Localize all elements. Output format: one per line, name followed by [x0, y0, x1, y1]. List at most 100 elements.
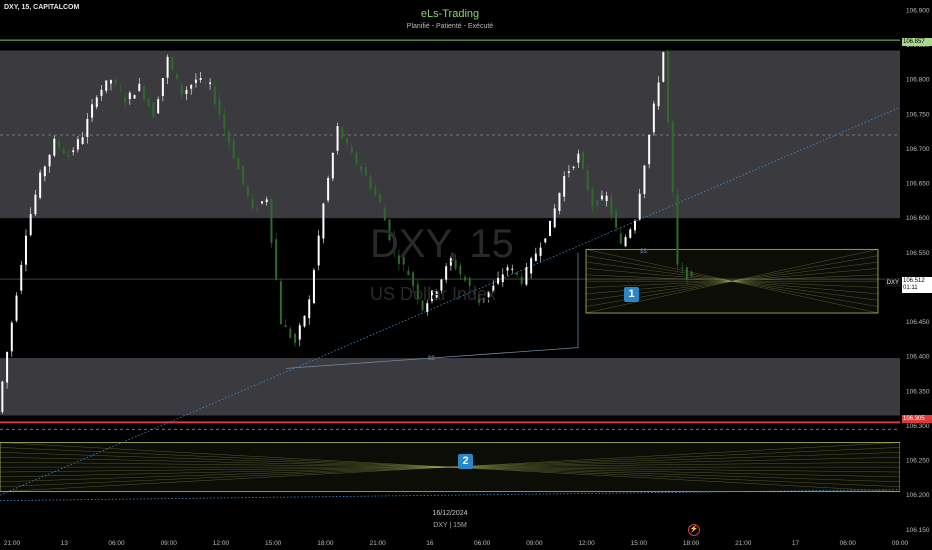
- candle-body: [657, 82, 660, 107]
- candle-body: [180, 84, 183, 96]
- candle-body: [525, 267, 528, 285]
- candle-body: [600, 195, 603, 200]
- candle-body: [213, 87, 216, 104]
- candle-body: [629, 229, 632, 238]
- candle-body: [619, 233, 622, 244]
- candle-body: [256, 208, 259, 210]
- candle-body: [582, 151, 585, 169]
- candle-body: [563, 176, 566, 197]
- y-tick-label: 106.700: [906, 146, 930, 153]
- candle-body: [43, 166, 46, 177]
- candle-body: [383, 208, 386, 221]
- x-tick-label: 15:00: [631, 540, 648, 547]
- candle-body: [194, 79, 197, 83]
- candle-body: [261, 201, 264, 204]
- candle-body: [24, 235, 27, 265]
- candle-body: [114, 80, 117, 84]
- candle-body: [142, 86, 145, 100]
- candle-body: [284, 325, 287, 328]
- candle-body: [223, 114, 226, 129]
- candle-body: [20, 264, 23, 291]
- candle-body: [119, 89, 122, 92]
- candle-body: [39, 172, 42, 198]
- candle-body: [67, 154, 70, 157]
- y-tick-label: 106.600: [906, 215, 930, 222]
- projection-zone-2: [0, 442, 901, 493]
- last-price-value: 106.512: [903, 278, 925, 284]
- snapshot-icon[interactable]: ⚡: [688, 524, 700, 536]
- zone-1-label: 1: [624, 287, 639, 302]
- x-tick-label: 09:00: [161, 540, 178, 547]
- candle-body: [643, 165, 646, 195]
- indicator-title: eLs-Trading: [420, 8, 480, 20]
- candle-body: [374, 187, 377, 195]
- x-tick-label: 17: [792, 540, 800, 547]
- symbol-watermark: DXY, 15: [370, 222, 514, 266]
- footer-symbol-timeframe: DXY | 15M: [433, 522, 467, 529]
- candle-body: [379, 194, 382, 203]
- candle-body: [91, 104, 94, 118]
- candle-body: [294, 333, 297, 343]
- y-tick-label: 106.650: [906, 181, 930, 188]
- candle-body: [218, 99, 221, 116]
- candle-body: [638, 193, 641, 220]
- candle-body: [615, 210, 618, 228]
- candle-body: [605, 195, 608, 201]
- gray-zone-2: [0, 358, 900, 416]
- candle-body: [327, 177, 330, 201]
- y-tick-label: 106.450: [906, 319, 930, 326]
- candle-body: [190, 84, 193, 89]
- candle-body: [152, 102, 155, 118]
- candle-body: [534, 253, 537, 261]
- candle-body: [76, 139, 79, 150]
- candle-body: [464, 276, 467, 281]
- candle-body: [497, 277, 500, 284]
- x-tick-label: 21:00: [735, 540, 752, 547]
- candle-body: [289, 328, 292, 338]
- candle-body: [322, 203, 325, 239]
- candle-body: [355, 152, 358, 165]
- candle-body: [72, 150, 75, 153]
- high-price-tag: 106.857: [902, 38, 932, 46]
- x-tick-label: 12:00: [578, 540, 595, 547]
- candle-body: [29, 213, 32, 236]
- x-tick-label: 18:00: [317, 540, 334, 547]
- x-tick-label: 12:00: [213, 540, 230, 547]
- candle-body: [95, 97, 98, 107]
- candle-body: [539, 247, 542, 256]
- candle-body: [209, 82, 212, 84]
- y-tick-label: 106.200: [906, 492, 930, 499]
- y-tick-label: 106.150: [906, 527, 930, 534]
- candle-body: [506, 267, 509, 271]
- red-level-price-tag: 106.305: [902, 415, 932, 423]
- candle-body: [133, 95, 136, 99]
- candle-body: [369, 176, 372, 189]
- y-tick-label: 106.800: [906, 77, 930, 84]
- candle-body: [128, 92, 131, 100]
- candle-body: [237, 158, 240, 170]
- candle-body: [251, 198, 254, 208]
- candle-body: [530, 258, 533, 274]
- candle-body: [364, 167, 367, 176]
- candle-body: [147, 99, 150, 107]
- symbol-price-tag: DXY: [884, 279, 901, 287]
- candle-body: [298, 325, 301, 340]
- candle-body: [685, 267, 688, 280]
- y-tick-label: 106.400: [906, 354, 930, 361]
- candle-body: [624, 237, 627, 247]
- candle-body: [157, 99, 160, 114]
- candle-body: [105, 80, 108, 91]
- candle-body: [648, 134, 651, 165]
- candle-body: [317, 235, 320, 266]
- candle-body: [312, 270, 315, 304]
- candle-body: [586, 170, 589, 190]
- candle-body: [662, 52, 665, 82]
- candle-body: [185, 89, 188, 94]
- x-tick-label: 09:00: [526, 540, 543, 547]
- candle-body: [331, 152, 334, 179]
- candle-body: [34, 194, 37, 215]
- x-tick-label: 06:00: [108, 540, 125, 547]
- candle-body: [53, 138, 56, 156]
- candle-body: [1, 381, 4, 413]
- candle-body: [6, 351, 9, 383]
